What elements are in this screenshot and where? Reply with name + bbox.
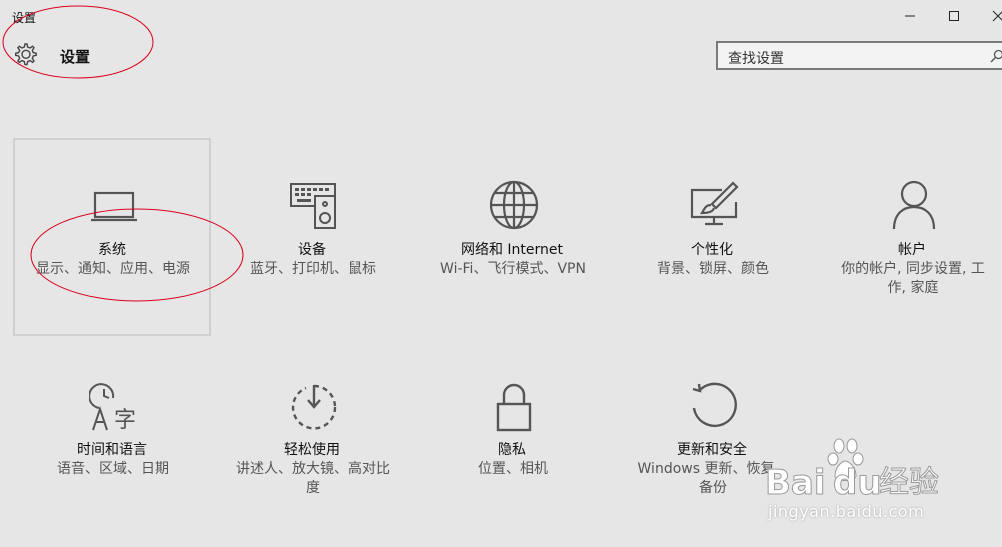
tile-description: 你的帐户, 同步设置, 工作, 家庭: [841, 261, 985, 296]
update-icon: [692, 382, 737, 428]
tile-network[interactable]: 网络和 Internet Wi-Fi、飞行模式、VPN: [413, 138, 611, 336]
tile-devices[interactable]: 设备 蓝牙、打印机、鼠标: [213, 138, 411, 336]
tile-accounts[interactable]: 帐户 你的帐户, 同步设置, 工作, 家庭: [813, 138, 1002, 336]
tile-ease-of-access[interactable]: 轻松使用 讲述人、放大镜、高对比度: [213, 338, 411, 536]
tile-system[interactable]: 系统 显示、通知、应用、电源: [13, 138, 211, 336]
page-title: 设置: [60, 48, 91, 66]
tile-label: 更新和安全: [677, 442, 747, 458]
laptop-icon: [91, 191, 137, 222]
tile-description: 显示、通知、应用、电源: [36, 261, 190, 277]
tile-description: 讲述人、放大镜、高对比度: [236, 461, 390, 496]
maximize-button[interactable]: [932, 2, 976, 30]
lock-icon: [496, 383, 532, 432]
tile-description: Windows 更新、恢复、备份: [637, 461, 789, 496]
tile-description: Wi-Fi、飞行模式、VPN: [440, 261, 586, 277]
person-icon: [892, 180, 936, 230]
svg-text:字: 字: [114, 408, 136, 432]
tile-description: 背景、锁屏、颜色: [657, 261, 769, 277]
search-placeholder: 查找设置: [728, 51, 784, 67]
devices-icon: [290, 183, 336, 229]
tile-description: 蓝牙、打印机、鼠标: [250, 261, 376, 277]
svg-text:du: du: [833, 463, 882, 502]
tile-label: 隐私: [498, 442, 526, 458]
watermark-url: jingyan.baidu.com: [768, 502, 925, 521]
search-input[interactable]: 查找设置: [716, 41, 1002, 70]
title-bar: 设置: [0, 0, 1002, 32]
window-title: 设置: [12, 11, 37, 25]
tile-label: 网络和 Internet: [460, 242, 564, 258]
ease-of-access-icon: [291, 384, 337, 430]
minimize-button[interactable]: [888, 2, 932, 30]
search-icon[interactable]: [990, 49, 1002, 63]
tile-label: 个性化: [691, 242, 733, 258]
tile-label: 设备: [298, 242, 326, 258]
globe-icon: [489, 180, 539, 230]
tile-privacy[interactable]: 隐私 位置、相机: [413, 338, 611, 536]
close-button[interactable]: [976, 2, 1002, 30]
tile-label: 轻松使用: [284, 442, 340, 458]
maximize-icon: [949, 11, 959, 21]
tile-description: 语音、区域、日期: [57, 461, 169, 477]
tile-label: 系统: [98, 242, 126, 258]
tile-description: 位置、相机: [478, 461, 548, 477]
close-icon: [992, 10, 1002, 22]
tile-label: 帐户: [898, 242, 926, 258]
tile-time-language[interactable]: 字 时间和语言 语音、区域、日期: [13, 338, 211, 536]
personalization-icon: [690, 181, 739, 226]
minimize-icon: [905, 15, 915, 17]
tile-personalization[interactable]: 个性化 背景、锁屏、颜色: [613, 138, 811, 336]
svg-text:经验: 经验: [879, 465, 939, 500]
time-language-icon: 字: [89, 383, 136, 432]
gear-icon: [15, 43, 37, 66]
tile-label: 时间和语言: [77, 442, 147, 458]
